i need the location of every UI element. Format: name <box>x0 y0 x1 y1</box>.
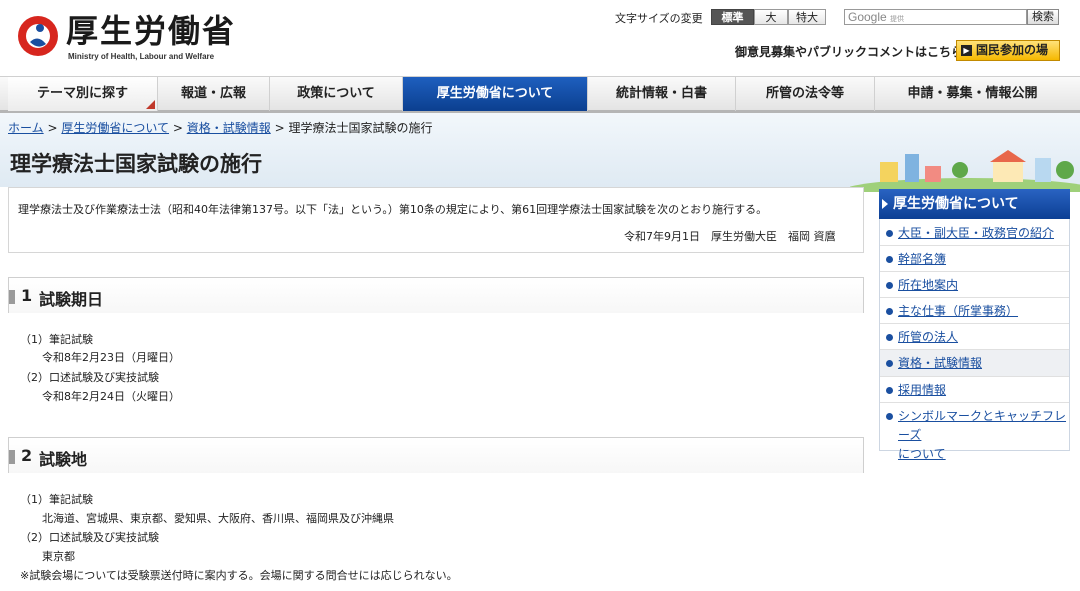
breadcrumb-link-about[interactable]: 厚生労働省について <box>61 121 169 135</box>
town-illustration-icon <box>850 150 1080 192</box>
bullet-icon <box>886 308 893 315</box>
mhlw-logo-icon[interactable] <box>16 14 60 58</box>
nav-item-statistics[interactable]: 統計情報・白書 <box>588 77 736 111</box>
sidebar-item-label[interactable]: シンボルマークとキャッチフレーズ <box>898 409 1066 442</box>
sidebar-heading-label: 厚生労働省について <box>893 196 1019 212</box>
sidebar-item-qualifications[interactable]: 資格・試験情報 <box>880 350 1069 377</box>
sidebar-item-label[interactable]: 所在地案内 <box>898 278 958 292</box>
nav-item-policy[interactable]: 政策について <box>270 77 403 111</box>
sidebar-item-duties[interactable]: 主な仕事（所掌事務） <box>880 298 1069 324</box>
section-line: （2）口述試験及び実技試験 <box>20 371 159 384</box>
site-header: 厚生労働省 Ministry of Health, Labour and Wel… <box>0 0 1080 76</box>
bullet-icon <box>886 360 893 367</box>
breadcrumb-current: 理学療法士国家試験の施行 <box>288 121 433 135</box>
logo-title[interactable]: 厚生労働省 <box>66 12 236 50</box>
arrow-right-icon <box>882 199 888 209</box>
section-line: 令和8年2月23日（月曜日） <box>42 351 180 364</box>
intro-text: 理学療法士及び作業療法士法（昭和40年法律第137号。以下「法」という。）第10… <box>18 203 768 216</box>
signature-text: 令和7年9月1日 厚生労働大臣 福岡 資麿 <box>624 230 836 243</box>
breadcrumb-link-home[interactable]: ホーム <box>8 121 44 135</box>
sidebar-item-label[interactable]: 主な仕事（所掌事務） <box>898 304 1018 318</box>
section-line: 北海道、宮城県、東京都、愛知県、大阪府、香川県、福岡県及び沖縄県 <box>42 512 394 525</box>
nav-item-about[interactable]: 厚生労働省について <box>403 77 588 111</box>
section-note: ※試験会場については受験票送付時に案内する。会場に関する問合せには応じられない。 <box>20 569 458 582</box>
sidebar-item-label[interactable]: 大臣・副大臣・政務官の紹介 <box>898 226 1054 240</box>
nav-item-label: テーマ別に探す <box>36 86 128 101</box>
sidebar-heading[interactable]: 厚生労働省について <box>879 189 1070 219</box>
sidebar-item-label-line2[interactable]: について <box>898 447 946 461</box>
search-brand-small: 提供 <box>890 16 905 23</box>
section-line: （1）筆記試験 <box>20 493 93 506</box>
breadcrumb: ホーム > 厚生労働省について > 資格・試験情報 > 理学療法士国家試験の施行 <box>8 119 432 136</box>
section-title: 試験地 <box>39 450 88 469</box>
kokumin-button-label: 国民参加の場 <box>976 43 1049 57</box>
arrow-right-icon: ▶ <box>961 45 972 56</box>
sidebar-item-label[interactable]: 資格・試験情報 <box>898 356 982 370</box>
section-heading: 1 試験期日 <box>8 277 864 313</box>
search-brand: Google <box>848 10 887 24</box>
section-title: 試験期日 <box>39 290 104 309</box>
section-number: 2 <box>21 446 33 465</box>
breadcrumb-link-qualifications[interactable]: 資格・試験情報 <box>187 121 271 135</box>
sidebar-item-executives[interactable]: 幹部名簿 <box>880 246 1069 272</box>
logo-subtitle: Ministry of Health, Labour and Welfare <box>68 52 215 61</box>
bullet-icon <box>886 413 893 420</box>
sidebar-item-label[interactable]: 採用情報 <box>898 383 946 397</box>
sidebar-item-symbol[interactable]: シンボルマークとキャッチフレーズ について <box>880 403 1069 461</box>
sidebar-item-ministers[interactable]: 大臣・副大臣・政務官の紹介 <box>880 220 1069 246</box>
section-line: （2）口述試験及び実技試験 <box>20 531 159 544</box>
section-line: （1）筆記試験 <box>20 333 93 346</box>
nav-item-applications[interactable]: 申請・募集・情報公開 <box>875 77 1070 111</box>
section-line: 東京都 <box>42 550 75 563</box>
nav-item-press[interactable]: 報道・広報 <box>158 77 270 111</box>
sidebar-item-label[interactable]: 幹部名簿 <box>898 252 946 266</box>
bullet-icon <box>886 256 893 263</box>
nav-item-theme[interactable]: テーマ別に探す <box>8 77 158 111</box>
bullet-icon <box>886 282 893 289</box>
section-heading: 2 試験地 <box>8 437 864 473</box>
sidebar-item-recruitment[interactable]: 採用情報 <box>880 377 1069 403</box>
heading-bar-icon <box>9 450 15 464</box>
font-size-large-button[interactable]: 大 <box>754 9 788 25</box>
breadcrumb-separator: > <box>172 121 183 135</box>
global-nav: テーマ別に探す 報道・広報 政策について 厚生労働省について 統計情報・白書 所… <box>0 76 1080 113</box>
font-size-xlarge-button[interactable]: 特大 <box>788 9 826 25</box>
section-number: 1 <box>21 286 33 305</box>
sidebar-item-location[interactable]: 所在地案内 <box>880 272 1069 298</box>
nav-item-laws[interactable]: 所管の法令等 <box>736 77 875 111</box>
bullet-icon <box>886 387 893 394</box>
sidebar-item-corporations[interactable]: 所管の法人 <box>880 324 1069 350</box>
section-line: 令和8年2月24日（火曜日） <box>42 390 180 403</box>
breadcrumb-separator: > <box>274 121 285 135</box>
corner-triangle-icon <box>146 100 155 109</box>
page-title: 理学療法士国家試験の施行 <box>10 152 262 176</box>
bullet-icon <box>886 230 893 237</box>
heading-bar-icon <box>9 290 15 304</box>
breadcrumb-separator: > <box>47 121 58 135</box>
font-size-label: 文字サイズの変更 <box>615 12 703 25</box>
font-size-standard-button[interactable]: 標準 <box>711 9 754 25</box>
public-comment-link[interactable]: 御意見募集やパブリックコメントはこちら <box>735 43 963 60</box>
kokumin-sanka-button[interactable]: ▶ 国民参加の場 <box>956 40 1060 61</box>
bullet-icon <box>886 334 893 341</box>
search-button[interactable]: 検索 <box>1027 9 1059 25</box>
sidebar-item-label[interactable]: 所管の法人 <box>898 330 958 344</box>
search-input[interactable]: Google 提供 <box>844 9 1027 25</box>
